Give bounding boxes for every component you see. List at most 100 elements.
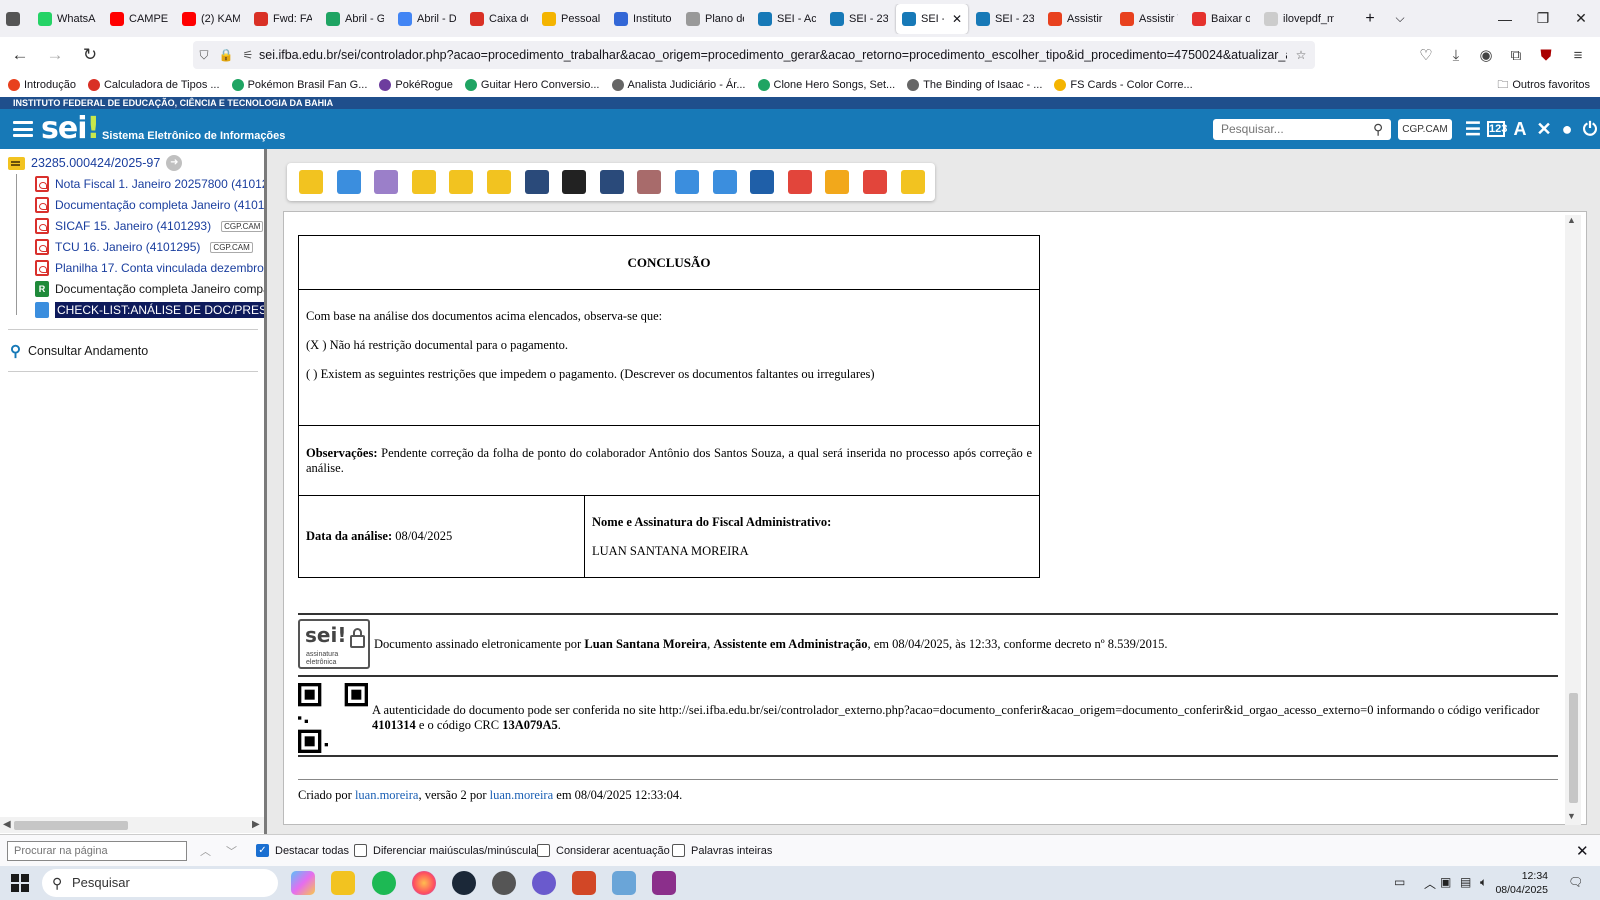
anotacoes-button[interactable] (521, 166, 553, 198)
process-node[interactable]: 23285.000424/2025-97 ➜ (8, 155, 183, 171)
tab-overflow-icon[interactable]: ⌵ (1385, 4, 1415, 34)
bookmark-item[interactable]: Guitar Hero Conversio... (464, 79, 600, 91)
browser-tab[interactable]: WhatsAp (32, 4, 102, 34)
browser-tab[interactable]: Assistir S (1042, 4, 1112, 34)
tree-document-item[interactable]: Documentação completa Janeiro (41012 (35, 196, 264, 214)
tree-document-item[interactable]: R Documentação completa Janeiro compa (35, 280, 264, 298)
file-explorer-icon[interactable] (331, 871, 355, 895)
search-icon[interactable]: ⚲ (1373, 121, 1383, 138)
find-next-icon[interactable]: ﹀ (226, 843, 237, 859)
consultar-andamento-link[interactable]: ⚲ Consultar Andamento (10, 342, 148, 360)
scroll-down-icon[interactable]: ▼ (1567, 811, 1576, 821)
assinar-button[interactable] (558, 166, 590, 198)
browser-tab[interactable]: Instituto (608, 4, 678, 34)
sei-logo[interactable]: sei! (41, 111, 100, 146)
bookmark-item[interactable]: The Binding of Isaac - ... (907, 79, 1042, 91)
app-spiral-icon[interactable] (532, 871, 556, 895)
tree-document-item[interactable]: Planilha 17. Conta vinculada dezembro ( (35, 259, 264, 277)
lock-icon[interactable]: 🔒 (215, 48, 237, 62)
font-size-icon[interactable]: A (1510, 118, 1530, 140)
tab-list-button[interactable] (0, 4, 30, 34)
snipping-tool-icon[interactable] (612, 871, 636, 895)
firefox-icon[interactable] (412, 871, 436, 895)
enviar-processo-button[interactable] (408, 166, 440, 198)
browser-tab[interactable]: SEI - Aco (752, 4, 822, 34)
forward-button[interactable]: → (40, 40, 70, 70)
browser-tab[interactable]: Pessoal - (536, 4, 606, 34)
find-option-3[interactable]: Palavras inteiras (672, 844, 772, 857)
browser-tab[interactable]: SEI - 232 (824, 4, 894, 34)
sei-search-input[interactable] (1213, 119, 1391, 140)
menu-icon[interactable]: ≡ (1566, 43, 1590, 67)
editor-link[interactable]: luan.moreira (490, 788, 554, 802)
logout-icon[interactable]: ⏻ (1580, 118, 1600, 140)
find-option-2[interactable]: Considerar acentuação (537, 844, 670, 857)
extensions-icon[interactable]: ⧉ (1504, 43, 1528, 67)
unit-selector-button[interactable]: CGP.CAM (1398, 119, 1452, 140)
close-find-bar-icon[interactable]: ✕ (1576, 842, 1589, 860)
checkbox[interactable] (672, 844, 685, 857)
bookmark-item[interactable]: FS Cards - Color Corre... (1054, 79, 1193, 91)
tree-document-item[interactable]: CHECK-LIST:ANÁLISE DE DOC/PREST (35, 301, 264, 319)
document-vertical-scrollbar[interactable]: ▲ ▼ (1565, 215, 1581, 825)
browser-tab[interactable]: Baixar o (1186, 4, 1256, 34)
taskbar-search[interactable]: ⚲ Pesquisar (42, 869, 278, 897)
other-bookmarks[interactable]: 🗀 Outros favoritos (1497, 73, 1590, 97)
document-scroll-thumb[interactable] (1569, 693, 1578, 803)
cancelar-button[interactable] (897, 166, 929, 198)
taskbar-clock[interactable]: 12:34 08/04/2025 (1495, 869, 1548, 897)
permissions-icon[interactable]: ⚟ (237, 48, 259, 62)
address-bar[interactable]: ⛉ 🔒 ⚟ sei.ifba.edu.br/sei/controlador.ph… (193, 41, 1315, 69)
open-process-icon[interactable]: ➜ (166, 155, 183, 171)
pocket-icon[interactable]: ♡ (1414, 43, 1438, 67)
tray-app-icon[interactable]: ▭ (1394, 875, 1405, 889)
tree-document-item[interactable]: Nota Fiscal 1. Janeiro 20257800 (41012 (35, 175, 264, 193)
notifications-icon[interactable]: 🗨︎ (1568, 875, 1583, 889)
blocos-button[interactable] (709, 166, 741, 198)
excluir-button[interactable] (859, 166, 891, 198)
bookmark-item[interactable]: Calculadora de Tipos ... (87, 79, 220, 91)
copilot-icon[interactable] (291, 871, 315, 895)
browser-tab[interactable]: SEI - 2 ✕ (896, 3, 968, 34)
downloads-icon[interactable]: ⤓ (1444, 43, 1468, 67)
volume-icon[interactable]: 🔈︎ (1480, 875, 1487, 890)
autenticar-button[interactable] (596, 166, 628, 198)
back-button[interactable]: ← (5, 40, 35, 70)
find-option-1[interactable]: Diferenciar maiúsculas/minúsculas (354, 844, 542, 857)
tray-overflow-icon[interactable]: ︿ (1424, 875, 1436, 892)
user-icon[interactable]: ● (1557, 118, 1577, 140)
shield-icon[interactable]: ⛉ (193, 48, 215, 63)
browser-tab[interactable]: ilovepdf_mer (1258, 4, 1340, 34)
browser-tab[interactable]: Caixa de (464, 4, 534, 34)
new-tab-button[interactable]: + (1355, 4, 1385, 34)
hamburger-menu-icon[interactable] (13, 121, 33, 137)
iniciar-processo-relacionado-button[interactable] (333, 166, 365, 198)
browser-tab[interactable]: Fwd: FAT (248, 4, 318, 34)
bookmark-item[interactable]: PokéRogue (379, 79, 453, 91)
spotify-icon[interactable] (372, 871, 396, 895)
browser-tab[interactable]: Abril - D (392, 4, 462, 34)
incluir-bloco-button[interactable] (633, 166, 665, 198)
scroll-up-icon[interactable]: ▲ (1567, 215, 1576, 225)
browser-tab[interactable]: Assistir V (1114, 4, 1184, 34)
modelos-favoritos-button[interactable] (671, 166, 703, 198)
settings-icon[interactable] (492, 871, 516, 895)
winrar-icon[interactable] (652, 871, 676, 895)
meet-now-icon[interactable]: ▣ (1440, 875, 1451, 889)
url-text[interactable]: sei.ifba.edu.br/sei/controlador.php?acao… (259, 48, 1287, 62)
scroll-right-icon[interactable]: ▶ (252, 817, 260, 833)
control-processes-icon[interactable]: ☰ (1463, 118, 1483, 140)
numbering-icon[interactable]: 123 (1487, 121, 1507, 137)
steam-icon[interactable] (452, 871, 476, 895)
bookmark-item[interactable]: Pokémon Brasil Fan G... (231, 79, 367, 91)
comentarios-button[interactable] (821, 166, 853, 198)
tree-document-item[interactable]: TCU 16. Janeiro (4101295) CGP.CAM (35, 238, 253, 256)
process-number[interactable]: 23285.000424/2025-97 (31, 156, 160, 170)
powerpoint-icon[interactable] (572, 871, 596, 895)
bookmark-item[interactable]: Clone Hero Songs, Set... (757, 79, 895, 91)
tools-icon[interactable]: ✕ (1534, 118, 1554, 140)
tree-horizontal-scrollbar[interactable]: ◀ ▶ (0, 817, 264, 833)
gerar-pdf-button[interactable] (784, 166, 816, 198)
bookmark-item[interactable]: Analista Judiciário - Ár... (611, 79, 746, 91)
checkbox[interactable]: ✓ (256, 844, 269, 857)
